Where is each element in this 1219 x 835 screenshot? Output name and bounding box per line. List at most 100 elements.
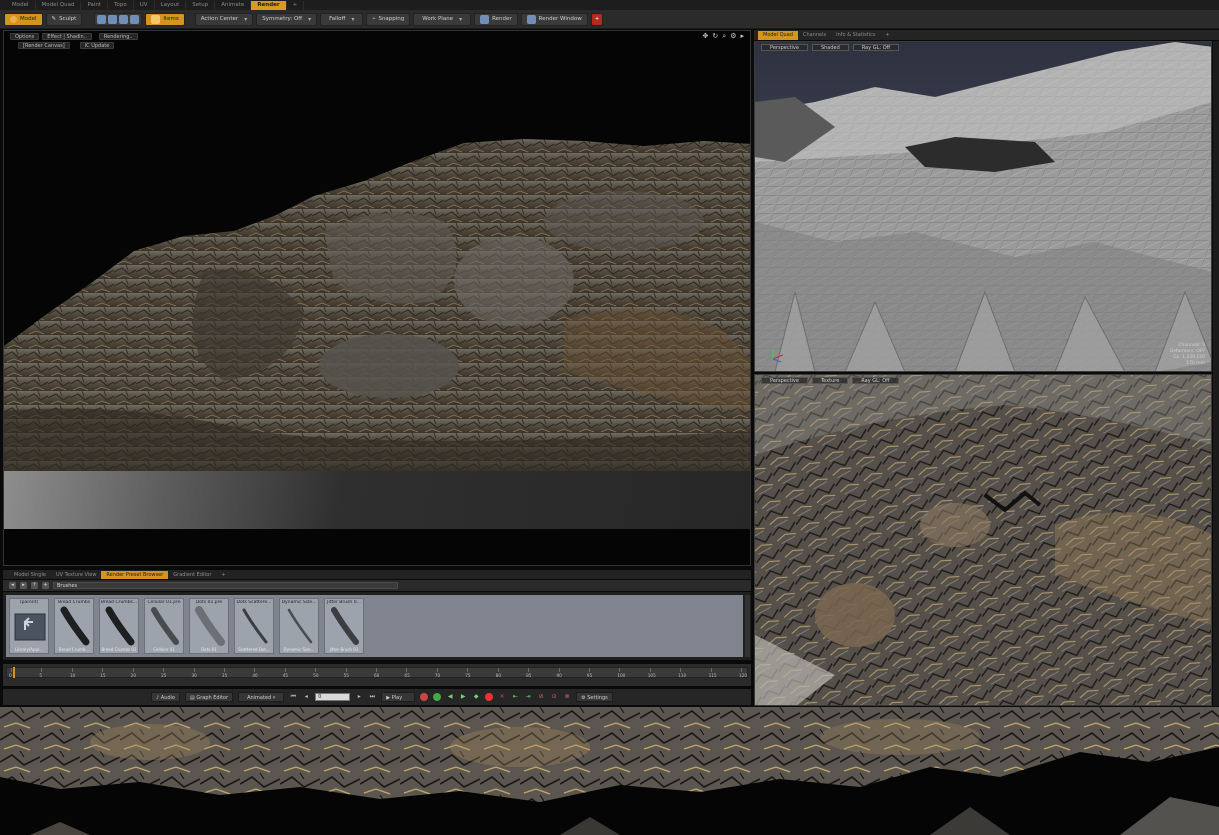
rotate-icon[interactable]: ↻ <box>712 32 718 41</box>
quad-tab[interactable]: Info & Statistics <box>831 31 880 40</box>
layout-tab[interactable]: Render <box>251 0 287 10</box>
prev-key-icon[interactable]: ◀ <box>446 693 454 701</box>
shading-dropdown[interactable]: Shaded <box>811 43 849 51</box>
go-to-end-icon[interactable]: ⏭ <box>368 693 376 701</box>
preset-label: Jitter Brush 01 <box>329 647 359 652</box>
snapping-button[interactable]: ⌖ Snapping <box>366 12 411 26</box>
items-select-button[interactable]: Items <box>145 12 185 26</box>
vertices-select-icon[interactable] <box>97 14 107 24</box>
step-forward-icon[interactable]: ▸ <box>355 693 363 701</box>
render-button[interactable]: Render <box>474 12 518 26</box>
view-type-dropdown[interactable]: Perspective <box>761 376 808 384</box>
preset-item[interactable]: (parent) Library/Appl... <box>9 598 49 654</box>
lock-icon[interactable]: ⊘ <box>537 693 545 701</box>
timeline-playhead[interactable] <box>13 667 15 678</box>
layout-tab[interactable]: Animate <box>215 0 252 10</box>
preset-item[interactable]: Bread Crumbs... Bread Crumbs 02 <box>99 598 139 654</box>
step-back-icon[interactable]: ◂ <box>302 693 310 701</box>
panel-tab[interactable]: Gradient Editor <box>168 571 216 579</box>
gear-icon[interactable]: ⚙ <box>730 32 736 41</box>
perspective-texture-viewport[interactable]: Perspective Texture Ray GL: Off <box>754 374 1212 706</box>
expand-icon[interactable]: ▸ <box>740 32 744 41</box>
up-folder-icon[interactable]: ↑ <box>31 582 38 589</box>
record-key-icon[interactable] <box>420 693 429 701</box>
render-canvas-button[interactable]: [Render Canvas] <box>18 42 70 49</box>
graph-editor-button[interactable]: ▤ Graph Editor <box>185 692 234 702</box>
panel-tab[interactable]: UV Texture View <box>51 571 101 579</box>
quad-tab[interactable]: + <box>881 31 895 40</box>
action-center-dropdown[interactable]: Action Center <box>194 12 254 26</box>
layout-tab[interactable]: + <box>287 0 305 10</box>
render-options-button[interactable]: Options <box>10 33 40 40</box>
render-window-button[interactable]: Render Window <box>520 12 588 26</box>
timeline-tick <box>741 668 742 672</box>
add-folder-icon[interactable]: + <box>42 582 49 589</box>
animated-dropdown[interactable]: Animated <box>238 692 285 702</box>
shading-dropdown[interactable]: Texture <box>811 376 849 384</box>
preset-item[interactable]: Dots 01.pre Dots 01 <box>189 598 229 654</box>
falloff-dropdown[interactable]: Falloff <box>320 12 364 26</box>
ray-gl-dropdown[interactable]: Ray GL: Off <box>852 376 899 384</box>
preset-item[interactable]: Bread Crumbs Bread Crumb... <box>54 598 94 654</box>
quad-tab[interactable]: Model Quad <box>758 30 798 40</box>
layout-tab[interactable]: Model <box>6 0 36 10</box>
right-panel-scrollbar[interactable] <box>1213 41 1219 706</box>
key-selected-icon[interactable]: ◆ <box>472 693 480 701</box>
timeline-tick-label: 35 <box>221 673 228 678</box>
key-left-icon[interactable]: ⇤ <box>511 693 519 701</box>
layout-tab[interactable]: Paint <box>81 0 109 10</box>
symmetry-dropdown[interactable]: Symmetry: Off <box>256 12 318 26</box>
render-viewport[interactable]: Options Effect | Shadin.. Rendering.. [R… <box>3 30 751 566</box>
polygons-select-icon[interactable] <box>119 14 129 24</box>
preset-item[interactable]: Dots Scattere... Scattered Dot... <box>234 598 274 654</box>
timeline-tick-label: 55 <box>343 673 349 678</box>
auto-key-icon[interactable] <box>433 693 442 701</box>
items-icon <box>151 14 161 24</box>
quad-tab[interactable]: Channels <box>798 31 831 40</box>
next-key-icon[interactable]: ▶ <box>459 693 467 701</box>
ic-update-button[interactable]: IC Update <box>79 42 115 49</box>
go-to-start-icon[interactable]: ⏮ <box>289 693 297 701</box>
key-right-icon[interactable]: ⇥ <box>524 693 532 701</box>
current-frame-field[interactable]: 0 <box>315 693 351 701</box>
preset-item[interactable]: Dynamic Size... Dynamic Size... <box>279 598 319 654</box>
layout-tab[interactable]: UV <box>134 0 155 10</box>
forward-arrow-icon[interactable]: ▸ <box>20 582 27 589</box>
play-button[interactable]: ▶ Play <box>381 692 416 702</box>
work-plane-dropdown[interactable]: Work Plane <box>413 12 472 26</box>
filter-icon[interactable]: ⊙ <box>550 693 558 701</box>
panel-tab[interactable]: Model Single <box>9 571 51 579</box>
preset-item[interactable]: Jitter Brush 0... Jitter Brush 01 <box>324 598 364 654</box>
rendering-dropdown[interactable]: Rendering.. <box>98 33 138 40</box>
add-tool-button[interactable]: + <box>590 12 604 26</box>
render-effect-dropdown[interactable]: Effect | Shadin.. <box>42 33 92 40</box>
audio-button[interactable]: ♪ Audio <box>151 692 180 702</box>
preset-label: Scattered Dot... <box>238 647 270 652</box>
panel-tab[interactable]: + <box>216 571 230 579</box>
settings-button[interactable]: ⚙ Settings <box>576 692 613 702</box>
model-mode-button[interactable]: Model <box>4 12 43 26</box>
materials-select-icon[interactable] <box>130 14 140 24</box>
view-type-dropdown[interactable]: Perspective <box>761 43 808 51</box>
sculpt-mode-button[interactable]: ✎ Sculpt <box>45 12 83 26</box>
layout-tab[interactable]: Setup <box>186 0 216 10</box>
edges-select-icon[interactable] <box>108 14 118 24</box>
layout-tab[interactable]: Topo <box>108 0 134 10</box>
panel-tab[interactable]: Render Preset Browser <box>101 570 169 579</box>
layout-tab[interactable]: Model Quad <box>36 0 82 10</box>
layout-tab[interactable]: Layout <box>155 0 187 10</box>
browser-scrollbar[interactable] <box>745 595 750 657</box>
clear-icon[interactable]: ⊗ <box>563 693 571 701</box>
browser-path-field[interactable]: Brushes <box>53 582 398 589</box>
brush-icon: ✎ <box>51 15 57 22</box>
preset-item[interactable]: Cellular 01.pre Cellular 01 <box>144 598 184 654</box>
pan-icon[interactable]: ✥ <box>703 32 709 41</box>
back-arrow-icon[interactable]: ◂ <box>9 582 16 589</box>
zoom-icon[interactable]: ⌕ <box>722 32 726 41</box>
perspective-shaded-viewport[interactable]: Perspective Shaded Ray GL: Off Channels:… <box>754 41 1212 372</box>
ray-gl-dropdown[interactable]: Ray GL: Off <box>852 43 900 51</box>
record-icon[interactable] <box>485 693 494 701</box>
delete-key-icon[interactable]: ✕ <box>498 693 506 701</box>
selection-type-group <box>94 12 143 26</box>
timeline-ruler[interactable]: 0 5 10 15 20 25 30 35 40 45 50 55 60 65 70 75 80 85 90 95 10… <box>6 667 748 678</box>
